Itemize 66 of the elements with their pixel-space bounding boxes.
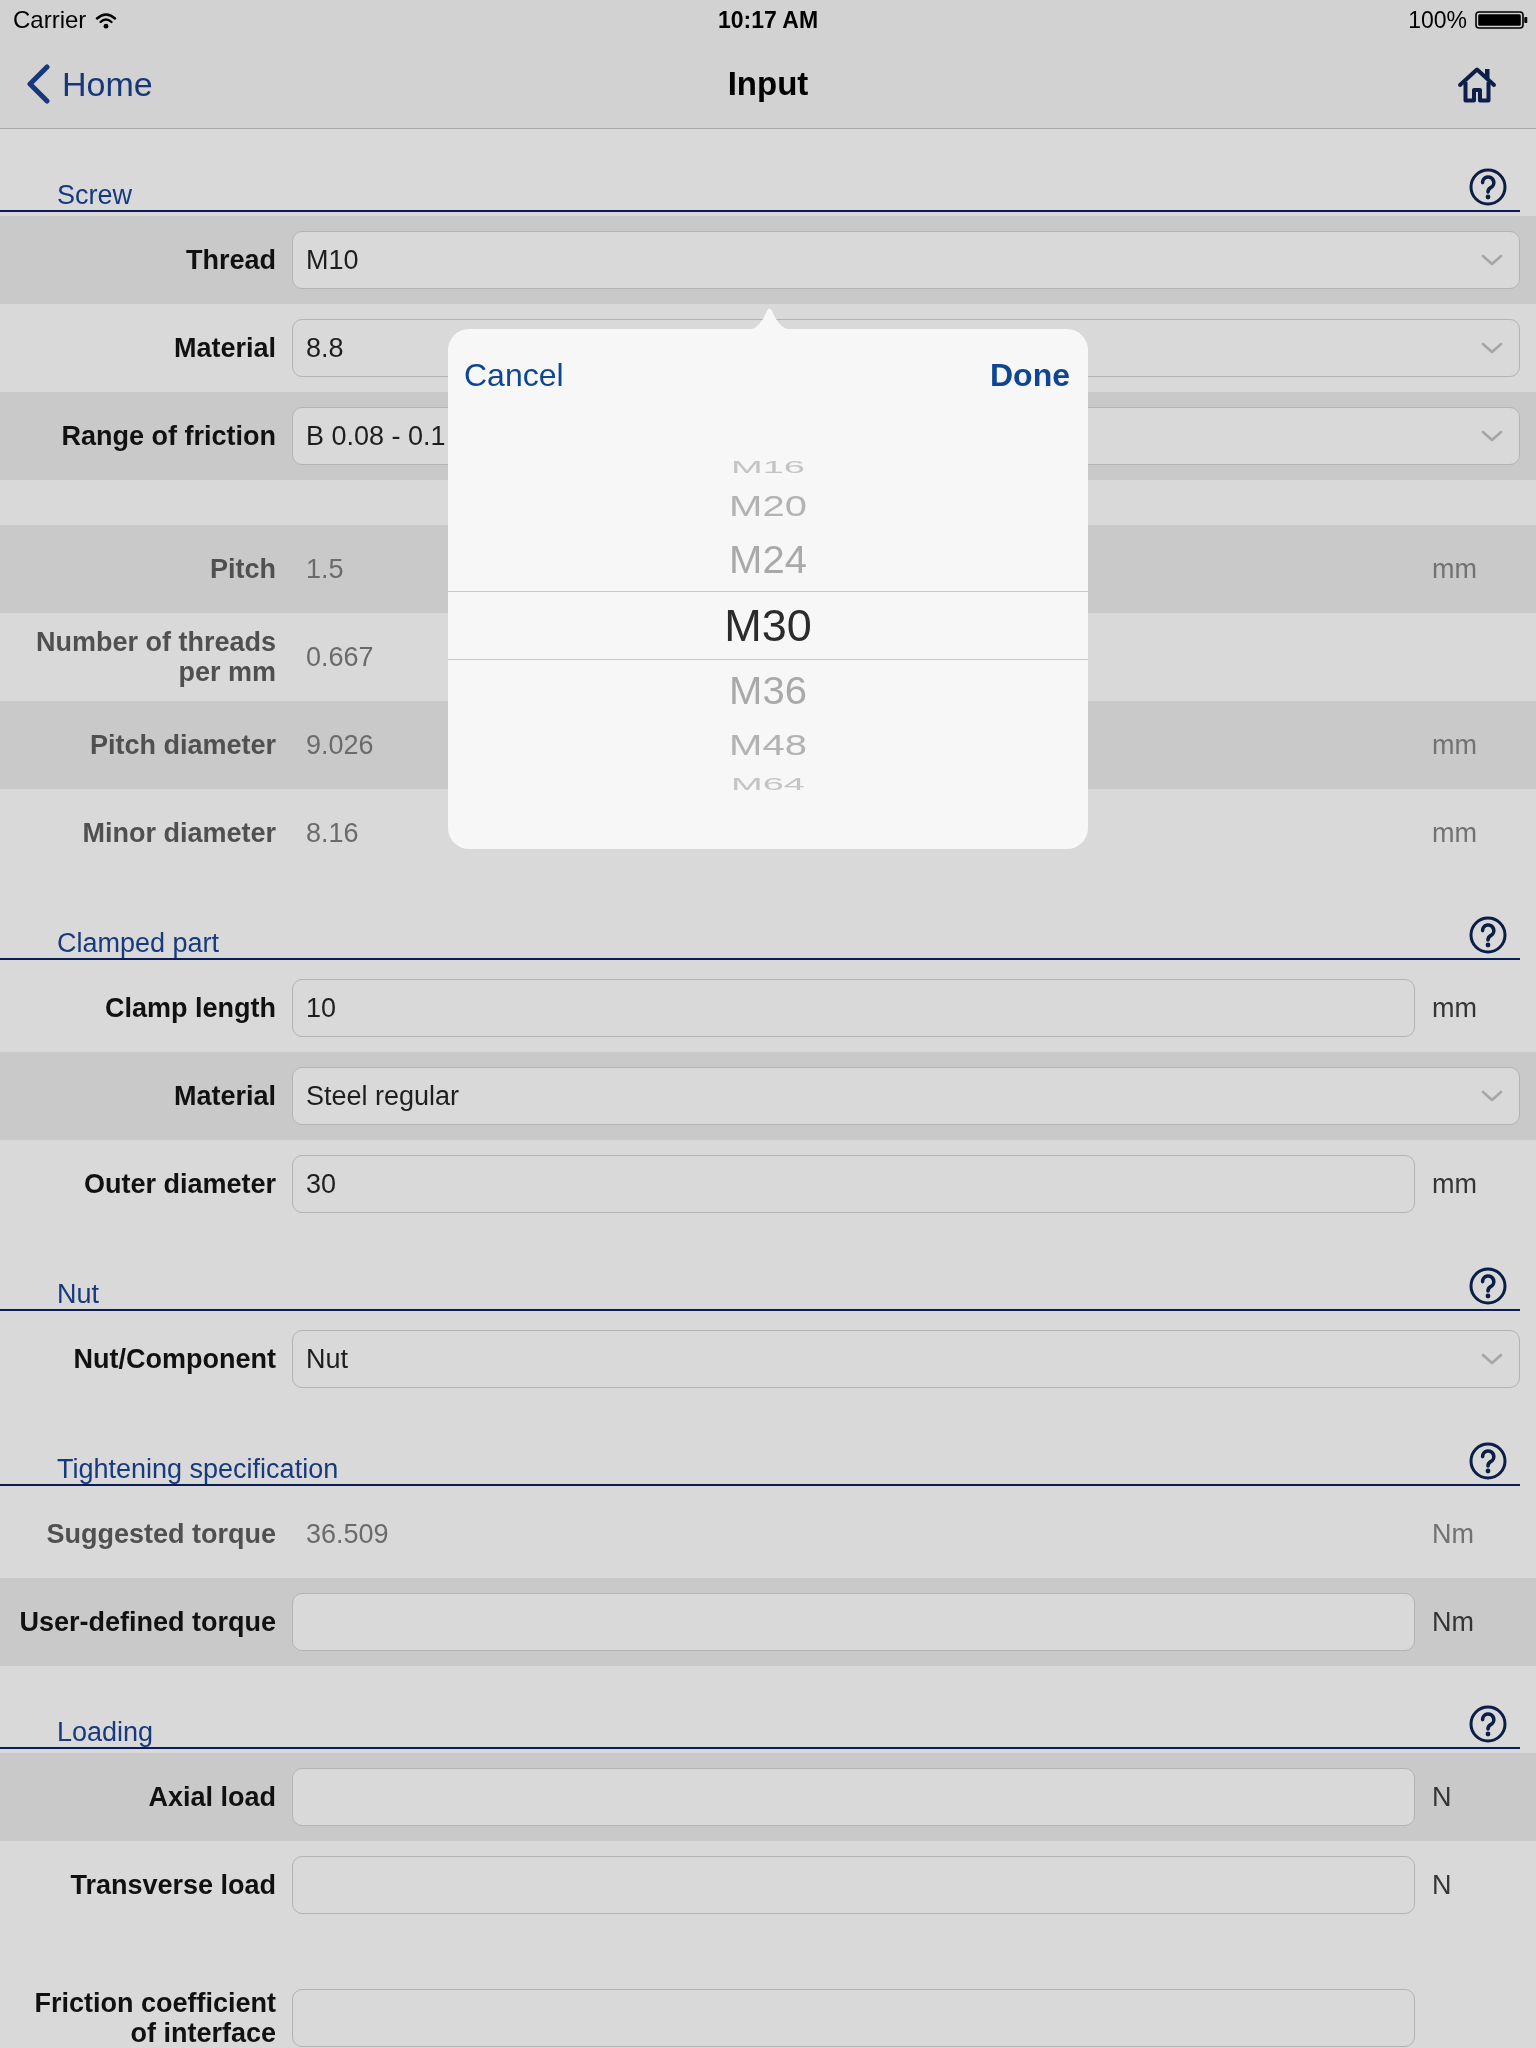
help-icon[interactable] (1469, 916, 1507, 954)
value-text: 8.16 (306, 817, 359, 849)
home-icon[interactable] (1457, 65, 1497, 103)
text-field[interactable] (292, 1768, 1415, 1826)
help-icon[interactable] (1469, 1442, 1507, 1480)
carrier-text: Carrier (13, 6, 87, 34)
field-label: Nut/Component (73, 1344, 276, 1374)
value-text: 0.667 (306, 641, 374, 673)
field-label: Number of threads per mm (34, 627, 276, 687)
value-text: 1.5 (306, 553, 344, 585)
section-title: Screw (57, 180, 132, 210)
battery-icon (1475, 11, 1528, 29)
section-title: Nut (57, 1279, 100, 1309)
chevron-down-icon (1481, 430, 1503, 442)
wifi-icon (95, 11, 118, 29)
field-label: Friction coefficient of interface (33, 1988, 276, 2048)
field-label: Thread (185, 245, 276, 275)
nav-title: Input (727, 64, 809, 104)
field-label: Axial load (148, 1782, 276, 1812)
field-label: User-defined torque (19, 1607, 276, 1637)
clock-text: 10:17 AM (717, 6, 819, 34)
unit-label: N (1432, 1869, 1452, 1901)
section-title: Clamped part (57, 928, 220, 958)
section-title: Loading (57, 1717, 154, 1747)
dropdown-field[interactable]: M10 (292, 231, 1520, 289)
unit-label: Nm (1432, 1518, 1474, 1550)
help-icon[interactable] (1469, 1267, 1507, 1305)
unit-label: mm (1432, 1168, 1477, 1200)
field-label: Material (173, 1081, 276, 1111)
field-label: Material (173, 333, 276, 363)
text-field[interactable] (292, 1856, 1415, 1914)
value-text: 36.509 (306, 1518, 389, 1550)
chevron-down-icon (1481, 1353, 1503, 1365)
unit-label: mm (1432, 553, 1477, 585)
chevron-down-icon (1481, 342, 1503, 354)
section-title: Tightening specification (57, 1454, 339, 1484)
field-label: Outer diameter (83, 1169, 276, 1199)
chevron-down-icon (1481, 1090, 1503, 1102)
text-field[interactable] (292, 1989, 1415, 2047)
field-label: Range of friction (61, 421, 276, 451)
back-button[interactable]: Home (25, 64, 153, 104)
unit-label: Nm (1432, 1606, 1474, 1638)
battery-percent: 100% (1408, 6, 1467, 34)
field-label: Suggested torque (46, 1519, 276, 1549)
field-label: Clamp length (105, 993, 276, 1023)
cancel-button[interactable]: Cancel (464, 356, 564, 394)
text-field[interactable]: 10 (292, 979, 1415, 1037)
unit-label: mm (1432, 817, 1477, 849)
help-icon[interactable] (1469, 1705, 1507, 1743)
field-label: Pitch diameter (89, 730, 276, 760)
chevron-left-icon (25, 64, 50, 104)
field-label: Minor diameter (82, 818, 276, 848)
dropdown-field[interactable]: Steel regular (292, 1067, 1520, 1125)
text-field[interactable] (292, 1593, 1415, 1651)
unit-label: mm (1432, 729, 1477, 761)
field-label: Pitch (210, 554, 276, 584)
help-icon[interactable] (1469, 168, 1507, 206)
dropdown-field[interactable]: Nut (292, 1330, 1520, 1388)
field-label: Transverse load (70, 1870, 276, 1900)
picker-option[interactable]: M30 (724, 603, 812, 648)
unit-label: mm (1432, 992, 1477, 1024)
value-text: 9.026 (306, 729, 374, 761)
chevron-down-icon (1481, 254, 1503, 266)
unit-label: N (1432, 1781, 1452, 1813)
done-button[interactable]: Done (990, 356, 1070, 394)
text-field[interactable]: 30 (292, 1155, 1415, 1213)
